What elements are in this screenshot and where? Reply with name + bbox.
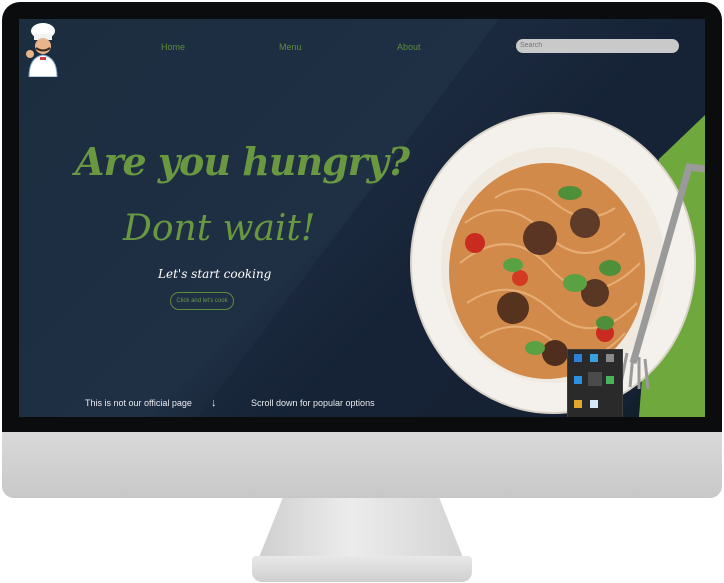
nav-home[interactable]: Home [161, 42, 185, 52]
screen: Home Menu About Are you hungry? Dont wai… [19, 19, 705, 417]
system-tray-popup [567, 349, 623, 417]
search-input[interactable] [516, 39, 679, 53]
monitor-chin [2, 432, 722, 498]
shield-icon[interactable] [590, 354, 598, 362]
monitor-stand-neck [258, 498, 464, 560]
nav-menu[interactable]: Menu [279, 42, 302, 52]
document-icon[interactable] [590, 400, 598, 408]
hero-tagline: Let's start cooking [158, 267, 272, 281]
monitor-icon[interactable] [606, 354, 614, 362]
monitor-stand-base [252, 556, 472, 582]
scroll-hint: Scroll down for popular options [251, 398, 375, 408]
bluetooth-icon[interactable] [574, 354, 582, 362]
down-arrow-icon[interactable]: ↓ [211, 397, 217, 409]
hero-subtitle: Dont wait! [123, 208, 316, 249]
chef-logo-icon[interactable] [23, 21, 61, 77]
cook-button[interactable]: Click and let's cook [170, 292, 234, 310]
folder-icon[interactable] [574, 400, 582, 408]
phone-icon[interactable] [606, 376, 614, 384]
pen-icon[interactable] [588, 372, 602, 386]
hero-title: Are you hungry? [75, 139, 410, 184]
disclaimer-text: This is not our official page [85, 398, 192, 408]
nav-about[interactable]: About [397, 42, 421, 52]
pasta-plate-image [410, 112, 705, 414]
app-icon[interactable] [574, 376, 582, 384]
